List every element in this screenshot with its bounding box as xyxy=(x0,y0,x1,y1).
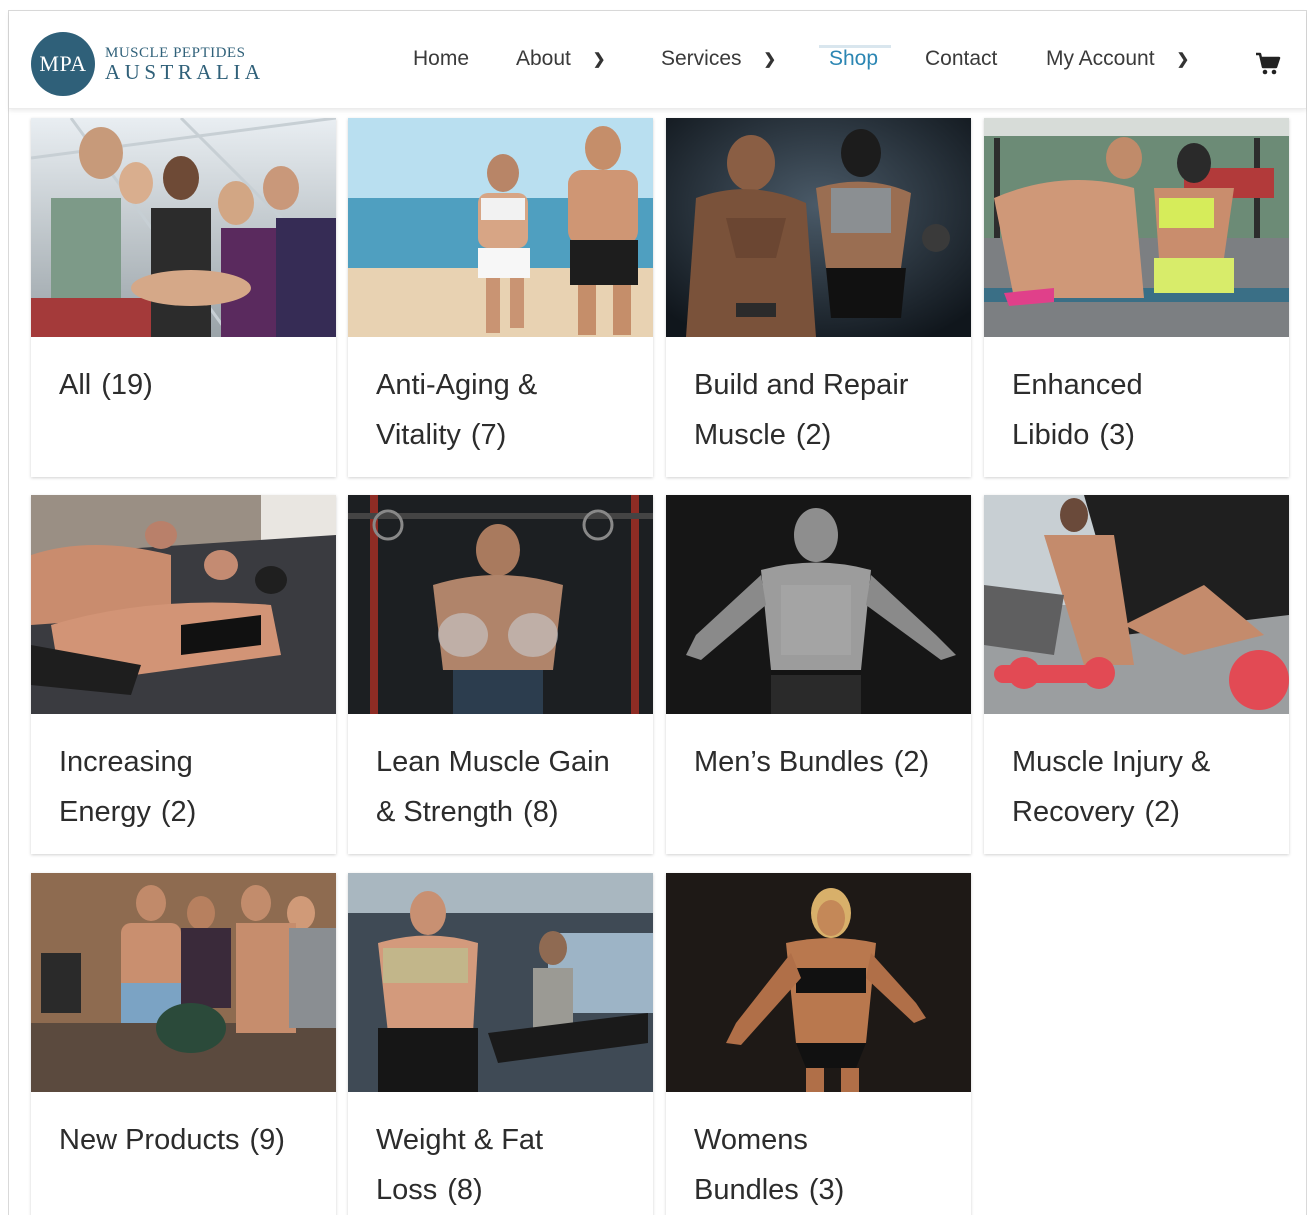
category-card-anti-aging-vitality[interactable]: Anti-Aging & Vitality (7) xyxy=(348,118,653,477)
nav-item-home[interactable]: Home xyxy=(413,47,469,71)
chevron-down-icon[interactable]: ❯ xyxy=(764,50,777,68)
category-card-enhanced-libido[interactable]: Enhanced Libido (3) xyxy=(984,118,1289,477)
category-image xyxy=(666,495,971,714)
category-count: (2) xyxy=(893,746,930,778)
nav-label: Home xyxy=(413,47,470,70)
category-title[interactable]: New Products (9) xyxy=(59,1115,317,1165)
category-card-all[interactable]: All (19) xyxy=(31,118,336,477)
nav-item-contact[interactable]: Contact xyxy=(925,47,997,71)
category-count: (3) xyxy=(1099,419,1135,451)
chevron-down-icon[interactable]: ❯ xyxy=(593,50,606,68)
category-title[interactable]: Build and Repair Muscle (2) xyxy=(694,360,952,460)
category-count: (7) xyxy=(470,419,507,451)
nav-label: About xyxy=(516,47,571,70)
category-title[interactable]: Weight & Fat Loss (8) xyxy=(376,1115,634,1215)
category-image xyxy=(348,118,653,337)
category-card-lean-muscle-gain-strength[interactable]: Lean Muscle Gain & Strength (8) xyxy=(348,495,653,854)
category-title[interactable]: Lean Muscle Gain & Strength (8) xyxy=(376,737,634,837)
nav-label: Contact xyxy=(925,47,998,70)
category-count: (9) xyxy=(249,1124,285,1156)
site-header: MPA MUSCLE PEPTIDES AUSTRALIA Home About… xyxy=(9,11,1306,109)
category-image xyxy=(31,118,336,337)
category-count: (2) xyxy=(795,419,832,451)
category-image xyxy=(348,495,653,714)
category-title[interactable]: Increasing Energy (2) xyxy=(59,737,317,837)
category-title[interactable]: All (19) xyxy=(59,360,317,410)
nav-label: Services xyxy=(661,47,742,70)
category-card-womens-bundles[interactable]: Womens Bundles (3) xyxy=(666,873,971,1215)
nav-item-shop[interactable]: Shop xyxy=(829,47,878,71)
nav-item-my-account[interactable]: My Account ❯ xyxy=(1046,47,1189,71)
nav-label: Shop xyxy=(829,47,879,70)
category-title[interactable]: Enhanced Libido (3) xyxy=(1012,360,1270,460)
category-title[interactable]: Men’s Bundles (2) xyxy=(694,737,952,787)
site-logo[interactable]: MPA MUSCLE PEPTIDES AUSTRALIA xyxy=(31,32,265,96)
category-count: (2) xyxy=(1144,796,1180,828)
logo-line-2: AUSTRALIA xyxy=(105,59,265,84)
nav-item-services[interactable]: Services ❯ xyxy=(661,47,776,71)
category-title[interactable]: Womens Bundles (3) xyxy=(694,1115,952,1215)
category-image xyxy=(31,495,336,714)
category-title[interactable]: Muscle Injury & Recovery (2) xyxy=(1012,737,1270,837)
category-count: (3) xyxy=(808,1174,845,1206)
category-image xyxy=(666,873,971,1092)
category-card-build-repair-muscle[interactable]: Build and Repair Muscle (2) xyxy=(666,118,971,477)
category-count: (8) xyxy=(447,1174,483,1206)
category-count: (8) xyxy=(523,796,559,828)
logo-line-1: MUSCLE PEPTIDES xyxy=(105,44,246,61)
category-card-new-products[interactable]: New Products (9) xyxy=(31,873,336,1215)
category-image xyxy=(348,873,653,1092)
category-card-muscle-injury-recovery[interactable]: Muscle Injury & Recovery (2) xyxy=(984,495,1289,854)
category-card-mens-bundles[interactable]: Men’s Bundles (2) xyxy=(666,495,971,854)
category-image xyxy=(984,495,1289,714)
logo-badge: MPA xyxy=(31,32,95,96)
category-count: (2) xyxy=(160,796,197,828)
category-image xyxy=(984,118,1289,337)
category-title[interactable]: Anti-Aging & Vitality (7) xyxy=(376,360,634,460)
category-count: (19) xyxy=(101,369,153,401)
category-card-increasing-energy[interactable]: Increasing Energy (2) xyxy=(31,495,336,854)
category-image xyxy=(31,873,336,1092)
category-card-weight-fat-loss[interactable]: Weight & Fat Loss (8) xyxy=(348,873,653,1215)
nav-item-about[interactable]: About ❯ xyxy=(516,47,605,71)
category-image xyxy=(666,118,971,337)
chevron-down-icon[interactable]: ❯ xyxy=(1177,50,1190,68)
shopping-cart-icon[interactable] xyxy=(1255,51,1281,77)
nav-label: My Account xyxy=(1046,47,1155,70)
